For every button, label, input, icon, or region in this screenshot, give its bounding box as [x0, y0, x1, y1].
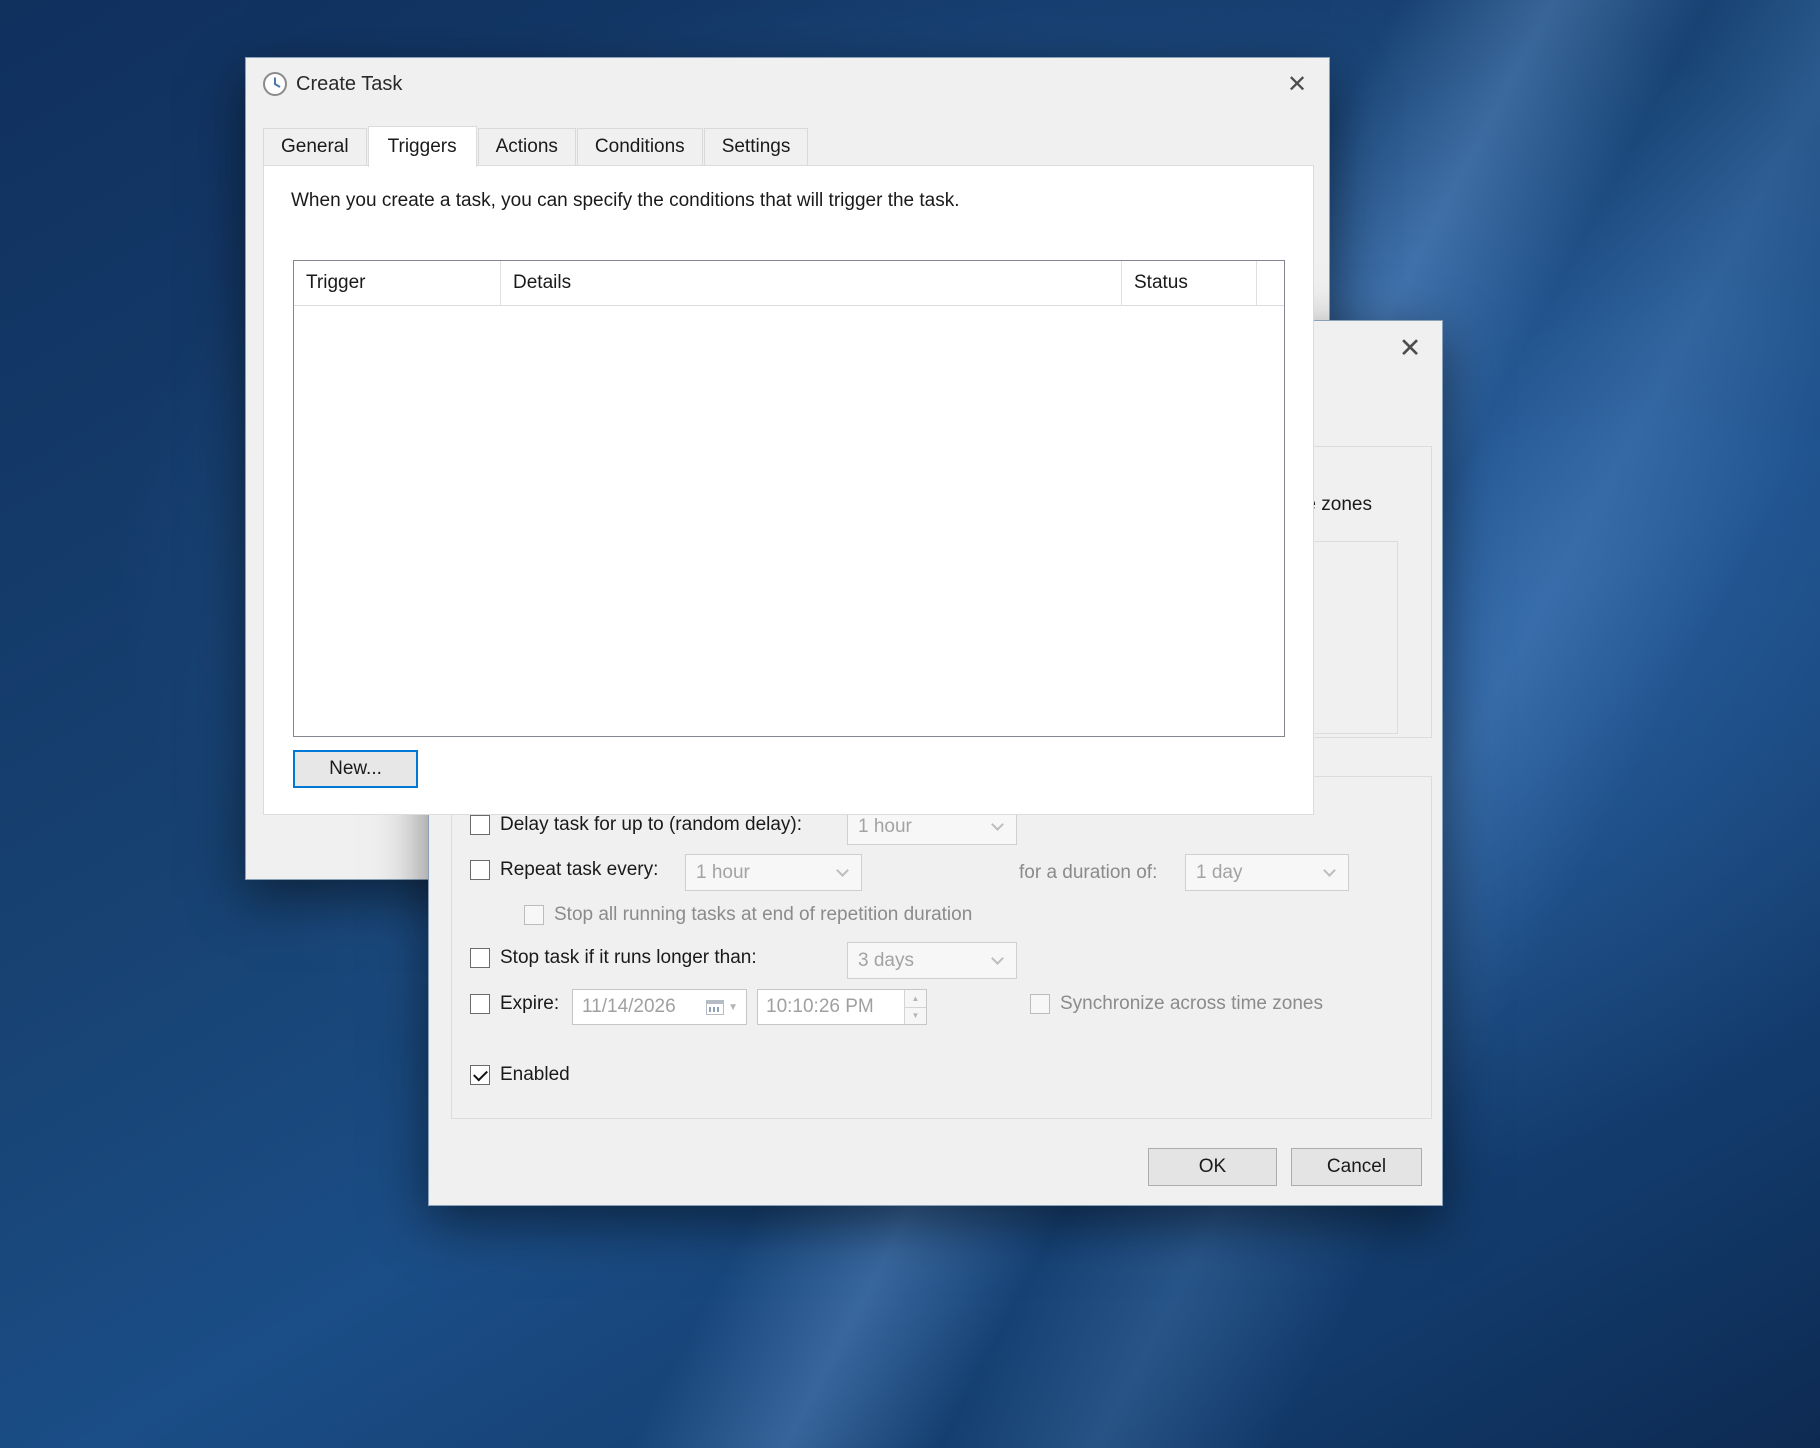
tab-strip: General Triggers Actions Conditions Sett…	[263, 125, 809, 166]
column-divider	[500, 261, 501, 305]
repeat-task-checkbox[interactable]	[470, 860, 490, 880]
expire-date-field: 11/14/2026 ▼	[572, 989, 747, 1025]
enabled-label: Enabled	[500, 1063, 570, 1087]
stop-all-tasks-label: Stop all running tasks at end of repetit…	[554, 903, 972, 927]
stop-task-duration-select: 3 days	[847, 942, 1017, 979]
create-task-dialog: Create Task ✕ General Triggers Actions C…	[245, 57, 1330, 880]
tab-settings[interactable]: Settings	[704, 128, 809, 165]
chevron-down-icon	[991, 952, 1004, 965]
repeat-task-label: Repeat task every:	[500, 858, 658, 882]
new-trigger-close-icon[interactable]: ✕	[1392, 331, 1428, 365]
chevron-down-icon	[836, 864, 849, 877]
new-trigger-button[interactable]: New...	[293, 750, 418, 788]
repeat-interval-value: 1 hour	[696, 862, 838, 884]
chevron-down-icon	[1323, 864, 1336, 877]
column-divider	[1256, 261, 1257, 305]
duration-value: 1 day	[1196, 862, 1325, 884]
column-divider	[1121, 261, 1122, 305]
tab-general[interactable]: General	[263, 128, 367, 165]
expire-time-field: 10:10:26 PM ▲ ▼	[757, 989, 927, 1025]
stop-all-tasks-checkbox	[524, 905, 544, 925]
chevron-down-icon	[991, 818, 1004, 831]
column-header-trigger[interactable]: Trigger	[294, 261, 499, 305]
expire-label: Expire:	[500, 992, 559, 1016]
column-header-status[interactable]: Status	[1122, 261, 1254, 305]
delay-task-checkbox[interactable]	[470, 815, 490, 835]
tab-conditions[interactable]: Conditions	[577, 128, 703, 165]
advanced-settings-group: Advanced settings Delay task for up to (…	[451, 776, 1432, 1119]
expire-sync-timezones-checkbox	[1030, 994, 1050, 1014]
trigger-table: Trigger Details Status	[293, 260, 1285, 737]
stop-task-duration-value: 3 days	[858, 950, 993, 972]
tab-triggers[interactable]: Triggers	[368, 126, 477, 167]
triggers-description: When you create a task, you can specify …	[291, 190, 960, 212]
expire-time-value: 10:10:26 PM	[758, 996, 904, 1018]
triggers-tab-panel: When you create a task, you can specify …	[263, 165, 1314, 815]
delay-task-label: Delay task for up to (random delay):	[500, 813, 802, 837]
stop-task-label: Stop task if it runs longer than:	[500, 946, 757, 970]
spinner-down-icon: ▼	[905, 1007, 926, 1025]
delay-duration-value: 1 hour	[858, 816, 993, 838]
spinner-up-icon: ▲	[905, 990, 926, 1007]
desktop-background: Create Task ✕ General Triggers Actions C…	[0, 0, 1820, 1448]
stop-task-checkbox[interactable]	[470, 948, 490, 968]
repeat-interval-select: 1 hour	[685, 854, 862, 891]
create-task-close-icon[interactable]: ✕	[1279, 68, 1315, 102]
enabled-checkbox[interactable]	[470, 1065, 490, 1085]
tab-actions[interactable]: Actions	[478, 128, 576, 165]
trigger-table-body	[294, 306, 1284, 736]
duration-select: 1 day	[1185, 854, 1349, 891]
dropdown-arrow-icon: ▼	[728, 1002, 738, 1013]
expire-checkbox[interactable]	[470, 994, 490, 1014]
create-task-title: Create Task	[296, 73, 402, 96]
expire-time-spinner: ▲ ▼	[904, 990, 926, 1024]
column-header-details[interactable]: Details	[501, 261, 1119, 305]
task-scheduler-clock-icon	[262, 71, 288, 103]
expire-sync-timezones-label: Synchronize across time zones	[1060, 992, 1323, 1016]
duration-label: for a duration of:	[1019, 861, 1157, 885]
ok-button[interactable]: OK	[1148, 1148, 1277, 1186]
expire-date-value: 11/14/2026	[582, 996, 706, 1018]
calendar-icon	[706, 1000, 724, 1015]
cancel-button[interactable]: Cancel	[1291, 1148, 1422, 1186]
trigger-table-header: Trigger Details Status	[294, 261, 1284, 306]
